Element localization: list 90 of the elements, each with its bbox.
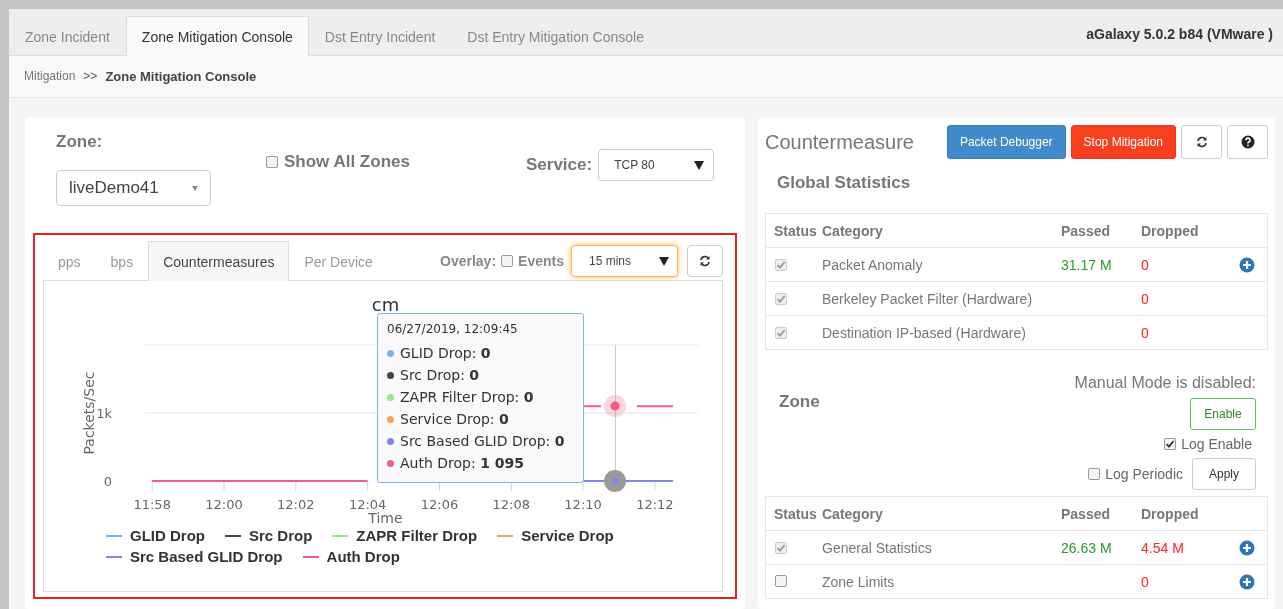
legend-item[interactable]: GLID Drop — [106, 527, 205, 544]
plus-icon — [1239, 539, 1255, 556]
plus-icon — [1239, 573, 1255, 590]
refresh-icon — [699, 255, 711, 267]
service-label: Service: — [526, 155, 593, 175]
tab[interactable]: Countermeasures — [148, 241, 290, 281]
table-cell-text: Zone Limits — [822, 573, 896, 590]
passed-value: 31.17 M — [1061, 256, 1112, 273]
apply-button[interactable]: Apply — [1192, 458, 1256, 490]
column-header: Passed — [1061, 222, 1112, 239]
overlay-label: Overlay: — [440, 253, 497, 269]
tooltip-time: 06/27/2019, 12:09:45 — [387, 322, 519, 336]
dropped-value: 0 — [1141, 256, 1149, 273]
refresh-icon — [1195, 136, 1208, 148]
tab[interactable]: Zone Mitigation Console — [125, 16, 309, 56]
checkbox[interactable] — [1088, 468, 1101, 480]
checkbox[interactable] — [501, 255, 514, 267]
legend-item[interactable]: Auth Drop — [302, 548, 400, 565]
axis-tick-label: 0 — [103, 474, 112, 489]
time-range-select[interactable]: 15 mins — [571, 245, 678, 277]
checkbox[interactable] — [266, 156, 278, 168]
zone-label: Zone: — [56, 132, 104, 152]
column-header: Category — [822, 505, 884, 522]
section-title: Global Statistics — [776, 172, 912, 194]
dropped-value: 0 — [1141, 573, 1149, 590]
status-text: Manual Mode is disabled: — [1074, 374, 1256, 392]
axis-tick-label: 12:12 — [636, 497, 674, 512]
axis-tick-label: 12:04 — [348, 497, 387, 512]
table-cell-text: General Statistics — [822, 539, 933, 556]
legend-item[interactable]: Service Drop — [497, 527, 614, 544]
breadcrumb-current: Zone Mitigation Console — [105, 69, 257, 84]
enable-button[interactable]: Enable — [1190, 398, 1256, 430]
axis-tick-label: 1k — [96, 406, 112, 421]
passed-value: 26.63 M — [1061, 539, 1112, 556]
axis-title: Time — [368, 510, 403, 526]
refresh-button[interactable] — [687, 245, 723, 277]
version-label: aGalaxy 5.0.2 b84 (VMware ) — [1085, 26, 1274, 44]
stop-button[interactable]: Stop Mitigation — [1070, 125, 1176, 159]
dropped-value: 0 — [1141, 290, 1149, 307]
caret-icon — [694, 160, 705, 170]
axis-tick-label: 12:02 — [277, 497, 315, 512]
checkbox[interactable] — [1164, 438, 1177, 450]
packet-debugger-button[interactable]: Packet Debugger — [946, 125, 1066, 159]
tooltip-value: ZAPR Filter Drop: 0 — [400, 389, 534, 405]
refresh-button[interactable] — [1181, 125, 1222, 159]
breadcrumb-separator: >> — [83, 69, 98, 84]
axis-tick-label: 12:08 — [492, 497, 530, 512]
tooltip-value: Auth Drop: 1 095 — [400, 455, 524, 471]
expand-button[interactable] — [1239, 573, 1255, 590]
axis-tick-label: 12:00 — [205, 497, 243, 512]
legend-item[interactable]: Src Based GLID Drop — [106, 548, 283, 565]
axis-title: Packets/Sec — [81, 371, 97, 455]
plus-icon — [1239, 256, 1255, 273]
tooltip-value: Service Drop: 0 — [400, 411, 509, 427]
help-button[interactable] — [1227, 125, 1268, 159]
zone-select[interactable]: liveDemo41 — [56, 170, 211, 206]
axis-tick-label: 12:10 — [564, 497, 602, 512]
column-header: Dropped — [1141, 222, 1200, 239]
checkbox-label: Log Periodic — [1105, 466, 1183, 482]
axis-tick-label: 11:58 — [133, 497, 171, 512]
help-icon — [1240, 135, 1255, 149]
axis-tick-label: 12:06 — [420, 497, 459, 512]
caret-icon — [659, 256, 669, 266]
legend-item[interactable]: Src Drop — [225, 527, 313, 544]
point-marker — [604, 470, 626, 492]
checkbox-label: Log Enable — [1181, 436, 1252, 452]
table-cell-text: Packet Anomaly — [822, 256, 924, 273]
legend-item[interactable]: ZAPR Filter Drop — [332, 527, 478, 544]
table-cell-text: Destination IP-based (Hardware) — [822, 324, 1027, 341]
panel-title: Countermeasure — [765, 130, 914, 154]
breadcrumb-link[interactable]: Mitigation — [24, 69, 76, 84]
chart-title: cm — [371, 294, 400, 315]
column-header: Dropped — [1141, 505, 1200, 522]
tooltip-value: Src Drop: 0 — [400, 367, 480, 383]
checkbox-label: Events — [518, 253, 564, 269]
tooltip-value: Src Based GLID Drop: 0 — [400, 433, 565, 449]
column-header: Passed — [1061, 505, 1112, 522]
tooltip-value: GLID Drop: 0 — [400, 345, 491, 361]
column-header: Status — [773, 222, 818, 239]
caret-icon — [192, 185, 198, 191]
section-title: Zone — [779, 392, 820, 413]
column-header: Status — [773, 505, 818, 522]
service-select[interactable]: TCP 80 — [598, 149, 715, 181]
checkbox-label: Show All Zones — [284, 152, 410, 172]
dropped-value: 4.54 M — [1141, 539, 1184, 556]
column-header: Category — [822, 222, 884, 239]
dropped-value: 0 — [1141, 324, 1149, 341]
checkbox[interactable] — [775, 574, 787, 587]
table-cell-text: Berkeley Packet Filter (Hardware) — [822, 290, 1034, 307]
point-marker — [604, 395, 626, 417]
